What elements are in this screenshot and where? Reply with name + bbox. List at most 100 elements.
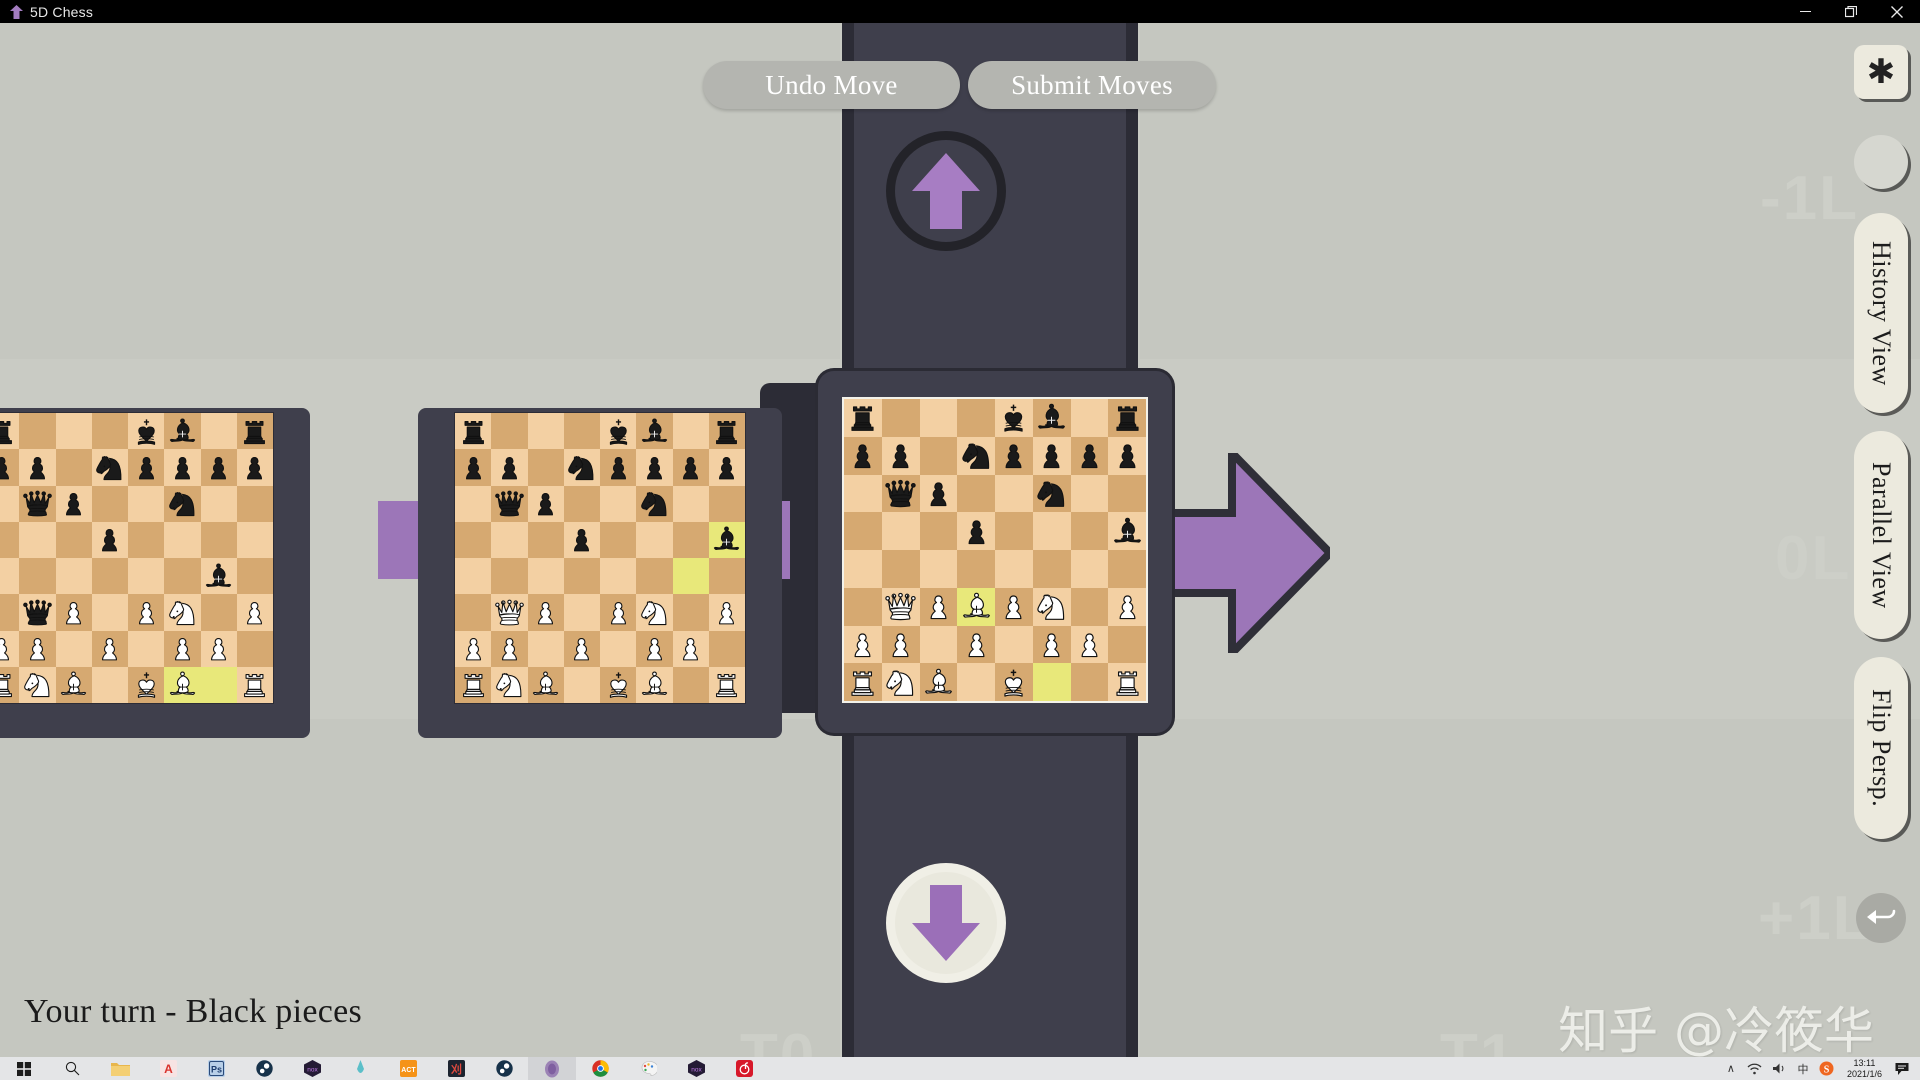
board-square[interactable] xyxy=(19,521,56,558)
board-square[interactable] xyxy=(164,666,201,703)
5d-chess-icon[interactable] xyxy=(528,1057,576,1080)
chess-piece-wb[interactable] xyxy=(959,589,994,624)
board-current[interactable] xyxy=(818,371,1172,733)
board-square[interactable] xyxy=(128,630,165,667)
board-square[interactable] xyxy=(19,594,56,631)
maximize-button[interactable] xyxy=(1828,0,1874,23)
board-past-middle[interactable] xyxy=(418,384,794,738)
chess-piece-wn[interactable] xyxy=(166,596,199,629)
chess-piece-bp[interactable] xyxy=(166,451,199,484)
board-square[interactable] xyxy=(91,413,128,450)
board-square[interactable] xyxy=(491,594,528,631)
board-square[interactable] xyxy=(0,630,20,667)
board-square[interactable] xyxy=(527,630,564,667)
board-square[interactable] xyxy=(1108,399,1146,437)
board-square[interactable] xyxy=(200,558,237,595)
chess-piece-bq[interactable] xyxy=(883,476,918,511)
board-square[interactable] xyxy=(0,558,20,595)
chess-piece-bn[interactable] xyxy=(1034,476,1069,511)
board-square[interactable] xyxy=(995,512,1033,550)
steam-icon[interactable] xyxy=(240,1057,288,1080)
chess-piece-bp[interactable] xyxy=(457,451,490,484)
chess-piece-wk[interactable] xyxy=(996,665,1031,700)
board-square[interactable] xyxy=(527,666,564,703)
board-square[interactable] xyxy=(1070,587,1109,626)
board-square[interactable] xyxy=(527,413,564,450)
chess-piece-bn[interactable] xyxy=(93,451,126,484)
chess-piece-wn[interactable] xyxy=(493,668,526,701)
board-square[interactable] xyxy=(672,630,709,667)
board-square[interactable] xyxy=(491,630,528,667)
board-square[interactable] xyxy=(164,558,201,595)
act-icon[interactable]: ACT xyxy=(384,1057,432,1080)
board-square[interactable] xyxy=(600,521,637,558)
chess-piece-wp[interactable] xyxy=(602,596,635,629)
board-square[interactable] xyxy=(1108,474,1146,513)
board-square[interactable] xyxy=(672,485,709,522)
board-square[interactable] xyxy=(1070,436,1109,475)
chess-piece-bp[interactable] xyxy=(565,523,598,556)
sogou-input-icon[interactable]: S xyxy=(1815,1057,1839,1080)
board-square[interactable] xyxy=(455,594,492,631)
board-square[interactable] xyxy=(491,449,528,486)
board-square[interactable] xyxy=(55,666,92,703)
chess-piece-wp[interactable] xyxy=(1034,627,1069,662)
board-square[interactable] xyxy=(55,521,92,558)
board-square[interactable] xyxy=(236,413,273,450)
chess-piece-wp[interactable] xyxy=(529,596,562,629)
chess-piece-br[interactable] xyxy=(238,415,271,448)
board-square[interactable] xyxy=(563,666,600,703)
chess-piece-wr[interactable] xyxy=(710,668,743,701)
board-square[interactable] xyxy=(1070,663,1109,701)
board-square[interactable] xyxy=(200,485,237,522)
board-square[interactable] xyxy=(672,413,709,450)
board-square[interactable] xyxy=(600,558,637,595)
chess-piece-bp[interactable] xyxy=(710,451,743,484)
chess-piece-bp[interactable] xyxy=(493,451,526,484)
chess-piece-wr[interactable] xyxy=(845,665,880,700)
board-square[interactable] xyxy=(19,666,56,703)
autocad-icon[interactable]: A xyxy=(144,1057,192,1080)
undo-move-button[interactable]: Undo Move xyxy=(703,61,960,109)
board-square[interactable] xyxy=(1032,587,1071,626)
board-square[interactable] xyxy=(128,485,165,522)
chess-piece-br[interactable] xyxy=(1110,400,1145,435)
board-square[interactable] xyxy=(995,663,1033,701)
chess-piece-wb[interactable] xyxy=(921,665,956,700)
chess-piece-br[interactable] xyxy=(457,415,490,448)
chess-piece-bp[interactable] xyxy=(0,451,18,484)
chess-piece-wk[interactable] xyxy=(602,668,635,701)
board-square[interactable] xyxy=(1108,512,1146,550)
board-square[interactable] xyxy=(919,663,958,701)
chess-piece-bb[interactable] xyxy=(166,415,199,448)
board-square[interactable] xyxy=(995,399,1033,437)
chess-piece-wp[interactable] xyxy=(883,627,918,662)
board-square[interactable] xyxy=(200,594,237,631)
board-square[interactable] xyxy=(708,558,745,595)
chess-piece-bn[interactable] xyxy=(565,451,598,484)
board-square[interactable] xyxy=(1070,399,1109,437)
chrome-icon[interactable] xyxy=(576,1057,624,1080)
board-square[interactable] xyxy=(600,485,637,522)
start-button[interactable] xyxy=(0,1057,48,1080)
board-square[interactable] xyxy=(636,594,673,631)
board-square[interactable] xyxy=(1070,625,1109,664)
board-square[interactable] xyxy=(708,413,745,450)
board-square[interactable] xyxy=(200,449,237,486)
chess-piece-bp[interactable] xyxy=(93,523,126,556)
chess-piece-wp[interactable] xyxy=(638,632,671,665)
board-square[interactable] xyxy=(55,449,92,486)
chess-piece-wn[interactable] xyxy=(638,596,671,629)
chess-piece-bp[interactable] xyxy=(674,451,707,484)
board-square[interactable] xyxy=(881,512,920,550)
board-square[interactable] xyxy=(600,413,637,450)
board-square[interactable] xyxy=(1108,587,1146,626)
board-square[interactable] xyxy=(55,630,92,667)
board-square[interactable] xyxy=(636,666,673,703)
board-square[interactable] xyxy=(455,521,492,558)
history-view-button[interactable]: History View xyxy=(1854,213,1908,413)
board-square[interactable] xyxy=(236,594,273,631)
board-square[interactable] xyxy=(881,474,920,513)
chess-piece-wp[interactable] xyxy=(674,632,707,665)
chess-piece-bk[interactable] xyxy=(996,400,1031,435)
